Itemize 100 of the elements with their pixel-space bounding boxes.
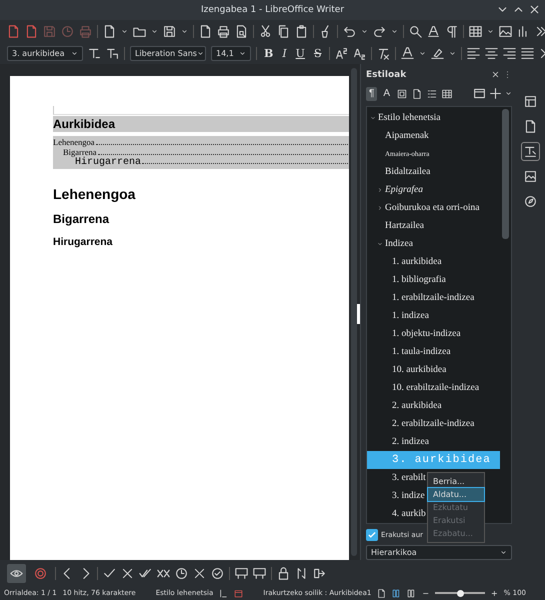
style-item[interactable]: Aipamenak xyxy=(385,130,429,141)
signature-icon[interactable] xyxy=(234,588,244,598)
caret-icon[interactable] xyxy=(361,28,368,34)
format-button[interactable]: U xyxy=(294,46,307,60)
lock-icon[interactable] xyxy=(277,566,290,580)
align-left-icon[interactable] xyxy=(466,46,480,60)
style-item[interactable]: 10. aurkibidea xyxy=(392,364,446,375)
print-icon[interactable] xyxy=(217,24,230,38)
comment-icon[interactable] xyxy=(235,566,248,580)
close-icon[interactable] xyxy=(491,70,500,80)
table-icon[interactable] xyxy=(442,88,452,99)
caret-icon[interactable] xyxy=(505,90,512,98)
caret-icon[interactable] xyxy=(487,28,494,34)
update-style-icon[interactable] xyxy=(88,46,101,60)
save-icon[interactable] xyxy=(163,24,176,38)
image-icon[interactable] xyxy=(499,24,512,38)
menu-item[interactable]: Aldatu... xyxy=(428,488,484,501)
gallery-icon[interactable] xyxy=(524,170,536,183)
checkbox[interactable] xyxy=(366,529,378,542)
cut-icon[interactable] xyxy=(259,24,272,38)
list-icon[interactable] xyxy=(427,88,438,99)
menu-item[interactable]: Berria... xyxy=(428,475,484,488)
caret-icon[interactable] xyxy=(151,28,158,34)
navigator-icon[interactable] xyxy=(524,195,536,208)
style-item[interactable]: 10. erabiltzaile-indizea xyxy=(392,382,480,393)
style-item[interactable]: 4. aurkib xyxy=(392,508,426,519)
justify-icon[interactable] xyxy=(520,46,534,60)
reject-icon[interactable] xyxy=(121,566,134,580)
styles-icon[interactable] xyxy=(524,145,536,158)
style-item[interactable]: Goiburukoa eta orri-oina xyxy=(385,202,480,213)
font-name-dropdown[interactable]: Liberation Sans xyxy=(130,46,206,60)
accept-icon[interactable] xyxy=(103,566,116,580)
frame-icon[interactable] xyxy=(397,88,408,99)
font-size-dropdown[interactable]: 14,1 xyxy=(211,46,251,60)
style-item[interactable]: Indizea xyxy=(385,238,413,249)
more-icon[interactable] xyxy=(535,24,545,38)
style-item[interactable]: 2. indizea xyxy=(392,436,429,447)
align-right-icon[interactable] xyxy=(502,46,516,60)
spelling-icon[interactable] xyxy=(427,24,440,38)
page-icon[interactable] xyxy=(412,88,422,99)
paragraph-style-dropdown[interactable]: 3. aurkibidea xyxy=(7,46,83,60)
style-list[interactable] xyxy=(366,106,512,524)
new-document-icon[interactable] xyxy=(103,24,116,38)
manage-icon[interactable] xyxy=(211,566,224,580)
slider-thumb[interactable] xyxy=(457,590,464,596)
style-item[interactable]: Bidaltzailea xyxy=(385,166,430,177)
caret-icon[interactable] xyxy=(418,50,426,56)
superscript-icon[interactable] xyxy=(334,46,348,60)
style-item[interactable]: 1. indizea xyxy=(392,310,429,321)
formatting-marks-icon[interactable] xyxy=(445,24,458,38)
format-button[interactable]: B xyxy=(262,46,276,60)
style-item[interactable]: 2. aurkibidea xyxy=(392,400,442,411)
style-item[interactable]: 2. erabiltzaile-indizea xyxy=(392,418,474,429)
font-color-icon[interactable] xyxy=(400,46,414,60)
insert-comment-icon[interactable] xyxy=(253,566,266,580)
open-folder-icon[interactable] xyxy=(133,24,146,38)
caret-icon[interactable] xyxy=(448,50,456,56)
close-icon[interactable] xyxy=(528,3,541,16)
style-item[interactable]: Estilo lehenetsia xyxy=(378,112,441,123)
zoom-in-button[interactable]: + xyxy=(491,588,498,598)
search-icon[interactable] xyxy=(409,24,422,38)
caret-icon[interactable] xyxy=(391,28,398,34)
caret-icon[interactable] xyxy=(121,28,128,34)
new-style-icon[interactable] xyxy=(106,46,119,60)
subscript-icon[interactable] xyxy=(352,46,366,60)
properties-icon[interactable] xyxy=(524,95,536,108)
sidebar-handle[interactable] xyxy=(357,304,360,324)
copy-icon[interactable] xyxy=(277,24,290,38)
book-view-icon[interactable] xyxy=(407,588,416,598)
scrollbar-thumb[interactable] xyxy=(502,108,509,239)
undo-icon[interactable] xyxy=(343,24,356,38)
style-item[interactable]: 3. erabilt xyxy=(392,472,426,483)
caret-icon[interactable] xyxy=(181,28,188,34)
add-icon[interactable] xyxy=(489,87,502,100)
style-item[interactable]: 1. taula-indizea xyxy=(392,346,451,357)
redo-icon[interactable] xyxy=(373,24,386,38)
style-item[interactable]: Hartzailea xyxy=(385,220,424,231)
style-item[interactable]: Epigrafea xyxy=(385,184,423,195)
style-item[interactable]: 1. aurkibidea xyxy=(392,256,442,267)
style-action-icon[interactable] xyxy=(473,87,486,100)
filter-dropdown[interactable]: Hierarkikoa xyxy=(366,545,512,560)
style-family-button[interactable]: ¶ xyxy=(366,86,378,101)
multi-page-icon[interactable] xyxy=(392,588,402,598)
style-item[interactable]: 1. objektu-indizea xyxy=(392,328,461,339)
scrollbar[interactable] xyxy=(351,68,357,556)
reject-all-icon[interactable] xyxy=(157,566,170,580)
compare-icon[interactable] xyxy=(295,566,308,580)
record-icon[interactable] xyxy=(34,566,47,580)
align-center-icon[interactable] xyxy=(484,46,498,60)
paste-icon[interactable] xyxy=(295,24,308,38)
style-item[interactable]: 1. erabiltzaile-indizea xyxy=(392,292,474,303)
format-button[interactable]: S xyxy=(312,46,324,60)
style-item[interactable]: 1. bibliografia xyxy=(392,274,446,285)
style-family-button[interactable]: A xyxy=(380,86,394,101)
accept-all-icon[interactable] xyxy=(139,566,152,580)
single-page-icon[interactable] xyxy=(377,588,386,598)
highlight-icon[interactable] xyxy=(430,46,444,60)
page-icon[interactable] xyxy=(524,120,536,133)
reject-track-icon[interactable] xyxy=(193,566,206,580)
merge-icon[interactable] xyxy=(313,566,326,580)
